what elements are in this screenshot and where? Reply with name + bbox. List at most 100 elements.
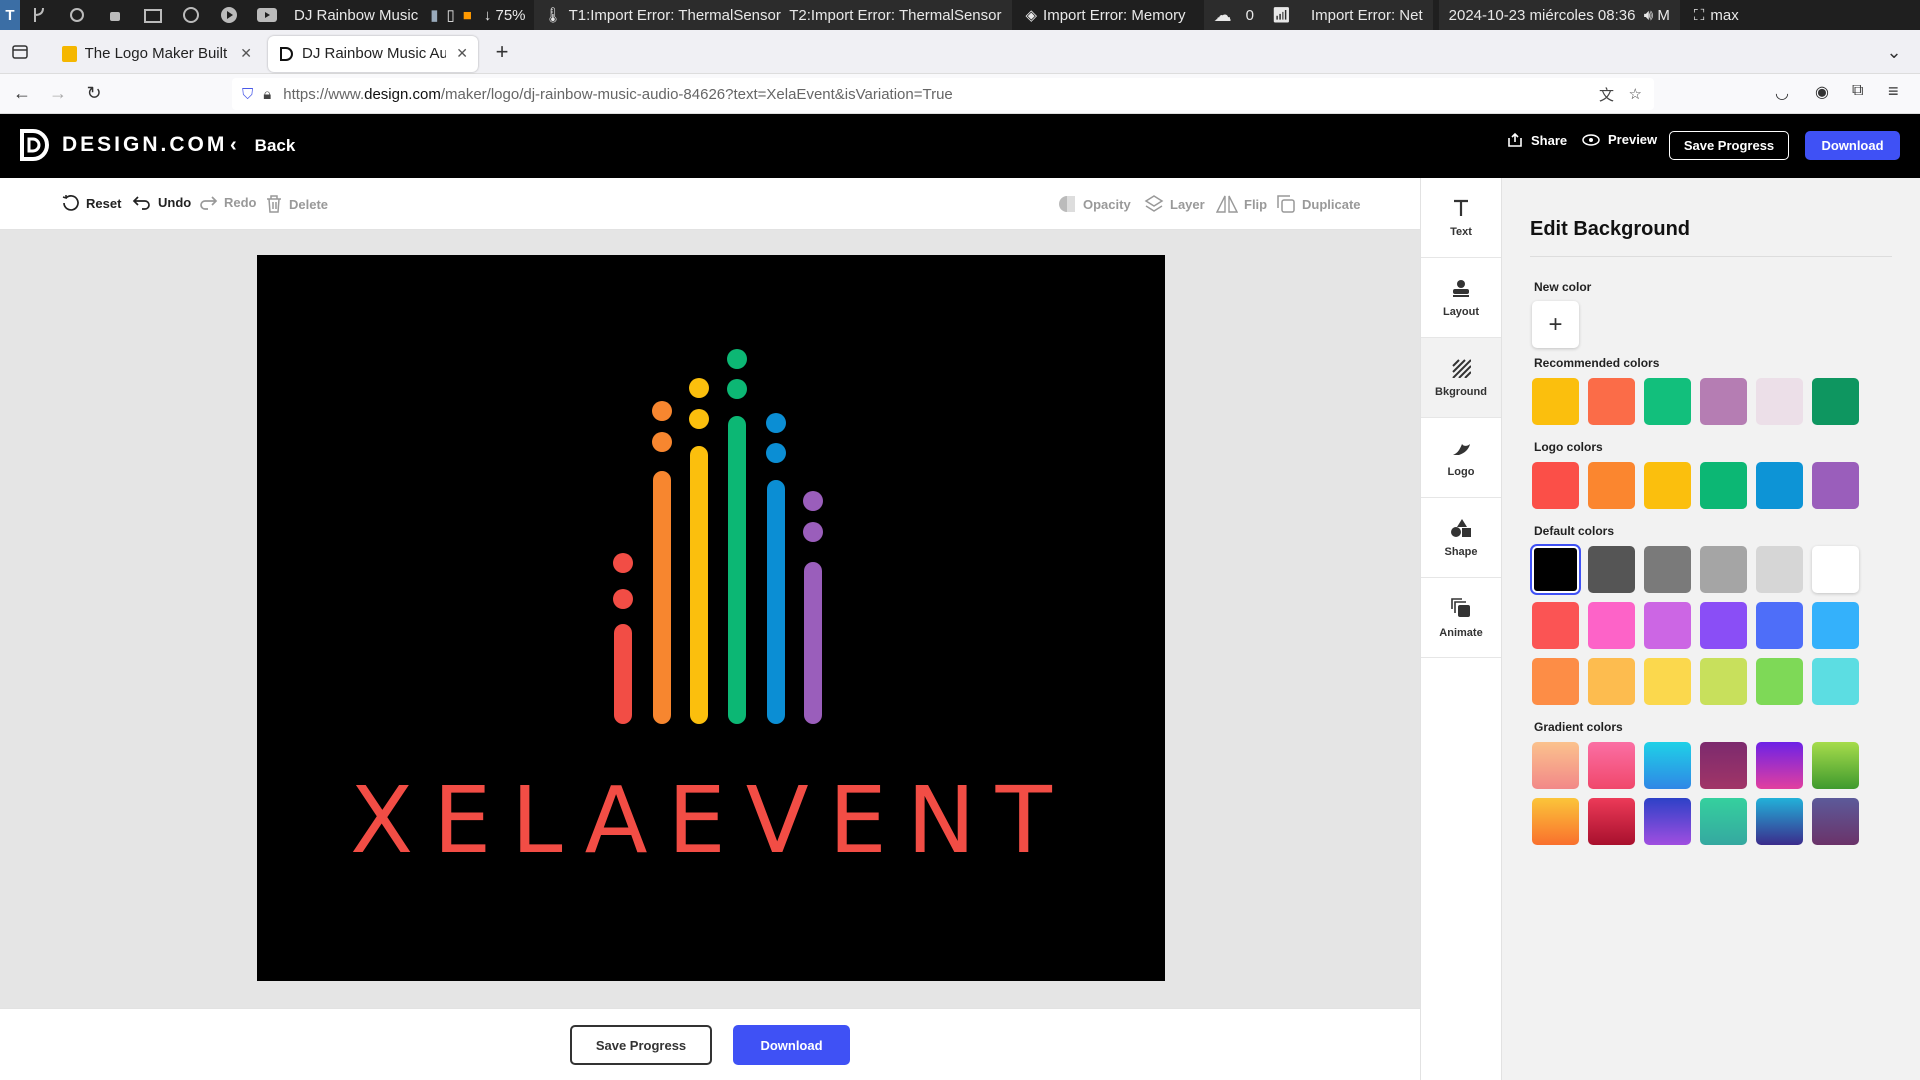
- default-color-swatch[interactable]: [1700, 602, 1747, 649]
- opacity-button[interactable]: Opacity: [1057, 194, 1131, 214]
- tool-text[interactable]: Text: [1421, 178, 1501, 258]
- default-color-swatch[interactable]: [1532, 602, 1579, 649]
- gradient-color-swatch[interactable]: [1532, 798, 1579, 845]
- git-icon[interactable]: [28, 4, 50, 26]
- default-color-swatch[interactable]: [1588, 658, 1635, 705]
- translate-icon[interactable]: 文: [1599, 84, 1614, 105]
- recommended-color-swatch[interactable]: [1532, 378, 1579, 425]
- redo-button[interactable]: Redo: [198, 194, 257, 210]
- datetime: 2024-10-23 miércoles 08:36: [1448, 6, 1636, 24]
- recommended-color-swatch[interactable]: [1812, 378, 1859, 425]
- flip-button[interactable]: Flip: [1216, 194, 1267, 214]
- default-color-swatch[interactable]: [1588, 602, 1635, 649]
- default-color-swatch[interactable]: [1700, 658, 1747, 705]
- terminal-icon[interactable]: T: [0, 0, 20, 30]
- gradient-color-swatch[interactable]: [1588, 742, 1635, 789]
- youtube-icon[interactable]: [256, 4, 278, 26]
- default-color-swatch[interactable]: [1644, 602, 1691, 649]
- default-color-swatch[interactable]: [1530, 544, 1581, 595]
- reset-button[interactable]: Reset: [62, 194, 121, 212]
- download-button[interactable]: Download: [733, 1025, 850, 1065]
- gradient-color-swatch[interactable]: [1812, 742, 1859, 789]
- header-save-progress-button[interactable]: Save Progress: [1669, 131, 1789, 160]
- tool-animate[interactable]: Animate: [1421, 578, 1501, 658]
- gradient-color-swatch[interactable]: [1644, 742, 1691, 789]
- tool-layout[interactable]: Layout: [1421, 258, 1501, 338]
- files-icon[interactable]: [142, 4, 164, 26]
- close-tab-icon[interactable]: ✕: [456, 45, 468, 62]
- reload-icon[interactable]: ↻: [76, 76, 112, 112]
- default-color-swatch[interactable]: [1812, 658, 1859, 705]
- default-color-swatch[interactable]: [1812, 602, 1859, 649]
- recommended-color-swatch[interactable]: [1756, 378, 1803, 425]
- duplicate-button[interactable]: Duplicate: [1276, 194, 1361, 214]
- bookmark-star-icon[interactable]: ☆: [1629, 85, 1642, 103]
- close-tab-icon[interactable]: ✕: [240, 45, 252, 62]
- menu-icon[interactable]: ≡: [1888, 81, 1899, 102]
- default-color-swatch[interactable]: [1812, 546, 1859, 593]
- default-color-swatch[interactable]: [1532, 658, 1579, 705]
- logo-color-swatch[interactable]: [1532, 462, 1579, 509]
- recommended-color-swatch[interactable]: [1588, 378, 1635, 425]
- fullscreen-icon[interactable]: ⛶: [1694, 7, 1705, 24]
- tracking-shield-icon[interactable]: ⛉: [242, 86, 253, 103]
- add-color-button[interactable]: +: [1532, 301, 1579, 348]
- refresh-app-icon[interactable]: [66, 4, 88, 26]
- gradient-color-swatch[interactable]: [1756, 742, 1803, 789]
- gradient-color-swatch[interactable]: [1756, 798, 1803, 845]
- gradient-color-swatch[interactable]: [1700, 798, 1747, 845]
- logo-graphic[interactable]: XELAEVENT: [257, 255, 1165, 981]
- volume-icon[interactable]: 🔊︎: [1644, 7, 1653, 24]
- logo-color-swatch[interactable]: [1756, 462, 1803, 509]
- tool-logo[interactable]: Logo: [1421, 418, 1501, 498]
- design-com-favicon-icon: [62, 45, 77, 62]
- logo-color-swatch[interactable]: [1644, 462, 1691, 509]
- logo-artboard[interactable]: XELAEVENT: [257, 255, 1165, 981]
- back-arrow-icon[interactable]: ←: [4, 76, 40, 112]
- design-com-logo[interactable]: DESIGN.COM: [18, 128, 227, 162]
- tool-shape[interactable]: Shape: [1421, 498, 1501, 578]
- chevron-down-icon[interactable]: ⌄: [1876, 34, 1912, 70]
- share-button[interactable]: Share: [1507, 132, 1567, 148]
- default-color-swatch[interactable]: [1700, 546, 1747, 593]
- recommended-color-swatch[interactable]: [1700, 378, 1747, 425]
- default-color-swatch[interactable]: [1756, 546, 1803, 593]
- pocket-icon[interactable]: ◡: [1775, 83, 1789, 103]
- layout-mode: max: [1710, 6, 1739, 24]
- default-color-swatch[interactable]: [1644, 658, 1691, 705]
- preview-button[interactable]: Preview: [1582, 132, 1657, 147]
- gradient-color-swatch[interactable]: [1700, 742, 1747, 789]
- lock-icon[interactable]: 🔒︎: [263, 86, 271, 103]
- account-icon[interactable]: ◉: [1815, 82, 1829, 102]
- delete-button[interactable]: Delete: [265, 194, 328, 214]
- media-play-icon[interactable]: [218, 4, 240, 26]
- default-color-swatch[interactable]: [1644, 546, 1691, 593]
- logo-color-swatch[interactable]: [1812, 462, 1859, 509]
- whatsapp-icon[interactable]: [180, 4, 202, 26]
- logo-color-swatch[interactable]: [1700, 462, 1747, 509]
- default-color-swatch[interactable]: [1756, 658, 1803, 705]
- recommended-color-swatch[interactable]: [1644, 378, 1691, 425]
- save-progress-button[interactable]: Save Progress: [570, 1025, 712, 1065]
- tab-logo-maker[interactable]: The Logo Maker Built for ✕: [52, 36, 262, 72]
- gradient-color-swatch[interactable]: [1532, 742, 1579, 789]
- default-color-swatch[interactable]: [1588, 546, 1635, 593]
- android-icon[interactable]: [104, 4, 126, 26]
- logo-brand-text[interactable]: XELAEVENT: [350, 767, 1072, 874]
- logo-color-swatch[interactable]: [1588, 462, 1635, 509]
- gradient-color-swatch[interactable]: [1644, 798, 1691, 845]
- extensions-icon[interactable]: ⧉: [1852, 82, 1863, 100]
- default-color-swatch[interactable]: [1756, 602, 1803, 649]
- undo-button[interactable]: Undo: [132, 194, 191, 210]
- tool-background[interactable]: Bkground: [1421, 338, 1501, 418]
- url-bar[interactable]: ⛉ 🔒︎ https://www. design.com/maker/logo/d…: [232, 78, 1654, 110]
- tab-overview-icon[interactable]: [2, 34, 38, 70]
- header-download-button[interactable]: Download: [1805, 131, 1900, 160]
- back-button[interactable]: ‹ Back: [230, 134, 295, 157]
- new-tab-icon[interactable]: +: [484, 34, 520, 70]
- layer-button[interactable]: Layer: [1144, 194, 1205, 214]
- forward-arrow-icon[interactable]: →: [40, 76, 76, 112]
- gradient-color-swatch[interactable]: [1812, 798, 1859, 845]
- tab-dj-rainbow[interactable]: DJ Rainbow Music Audio L ✕: [268, 35, 478, 72]
- gradient-color-swatch[interactable]: [1588, 798, 1635, 845]
